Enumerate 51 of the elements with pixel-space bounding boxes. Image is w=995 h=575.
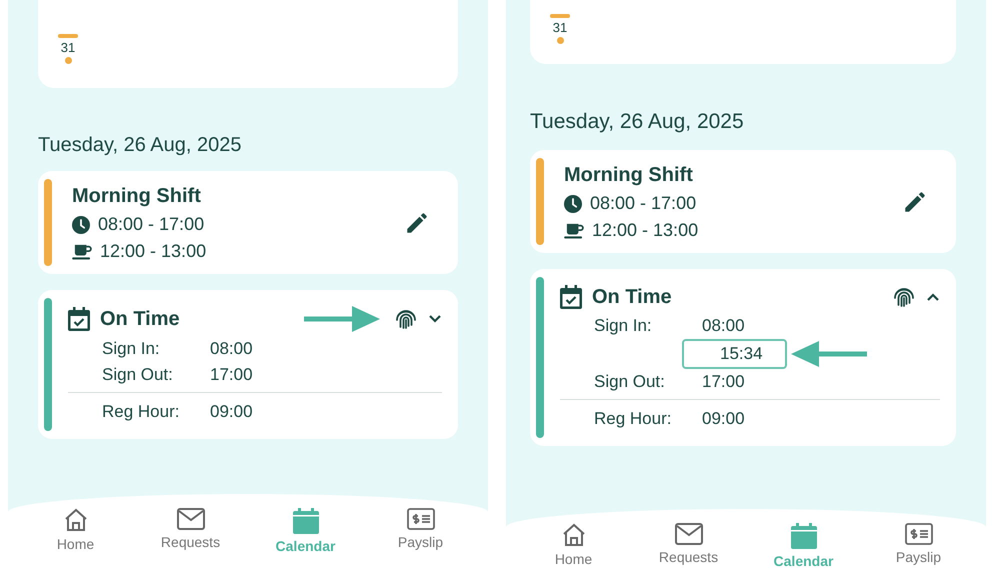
time-label: Reg Hour: bbox=[594, 408, 672, 430]
attendance-status: On Time bbox=[100, 308, 180, 330]
date-heading: Tuesday, 26 Aug, 2025 bbox=[530, 110, 745, 134]
time-value: 17:00 bbox=[210, 364, 253, 386]
time-label: Reg Hour: bbox=[102, 401, 180, 423]
time-value: 08:00 bbox=[210, 338, 253, 360]
break-hours: 12:00 - 13:00 bbox=[100, 241, 206, 262]
shift-title: Morning Shift bbox=[564, 164, 694, 187]
calendar-icon bbox=[790, 523, 816, 549]
clock-icon bbox=[72, 216, 90, 234]
clock-icon bbox=[564, 194, 582, 212]
fingerprint-icon[interactable] bbox=[394, 307, 418, 331]
punch-time-box: 15:34 bbox=[682, 339, 787, 369]
time-value: 17:00 bbox=[702, 371, 745, 393]
attendance-status: On Time bbox=[592, 286, 672, 308]
home-icon bbox=[560, 523, 586, 547]
coffee-cup-icon bbox=[72, 244, 92, 260]
time-label: Sign Out: bbox=[102, 364, 174, 386]
nav-tab[interactable]: Requests bbox=[140, 508, 240, 554]
shift-title: Morning Shift bbox=[72, 185, 202, 208]
time-value: 09:00 bbox=[210, 401, 253, 423]
nav-tab[interactable]: Payslip bbox=[370, 508, 470, 554]
expand-toggle-icon[interactable] bbox=[926, 292, 940, 302]
home-icon bbox=[62, 508, 88, 532]
time-value: 09:00 bbox=[702, 408, 745, 430]
payslip-icon bbox=[904, 523, 932, 545]
nav-tab[interactable]: Home bbox=[26, 508, 126, 554]
calendar-check-icon bbox=[68, 307, 90, 331]
shift-hours: 08:00 - 17:00 bbox=[98, 214, 204, 235]
day-number[interactable]: 31 bbox=[60, 40, 76, 55]
shift-hours: 08:00 - 17:00 bbox=[590, 193, 696, 214]
envelope-icon bbox=[674, 523, 702, 545]
coffee-cup-icon bbox=[564, 222, 584, 238]
time-label: Sign Out: bbox=[594, 371, 666, 393]
calendar-icon bbox=[292, 508, 318, 534]
time-label: Sign In: bbox=[594, 315, 653, 337]
date-heading: Tuesday, 26 Aug, 2025 bbox=[38, 134, 242, 157]
time-value: 08:00 bbox=[702, 315, 745, 337]
payslip-icon bbox=[406, 508, 434, 530]
nav-tab[interactable]: Requests bbox=[638, 523, 738, 569]
time-label: Sign In: bbox=[102, 338, 161, 360]
nav-tab[interactable]: Home bbox=[524, 523, 624, 569]
nav-tab[interactable]: Calendar bbox=[754, 523, 854, 569]
calendar-check-icon bbox=[560, 285, 582, 309]
nav-tab[interactable]: Payslip bbox=[868, 523, 968, 569]
envelope-icon bbox=[176, 508, 204, 530]
day-number[interactable]: 31 bbox=[552, 20, 568, 35]
expand-toggle-icon[interactable] bbox=[428, 314, 442, 324]
break-hours: 12:00 - 13:00 bbox=[592, 220, 698, 241]
nav-tab[interactable]: Calendar bbox=[256, 508, 356, 554]
fingerprint-icon[interactable] bbox=[892, 285, 916, 309]
